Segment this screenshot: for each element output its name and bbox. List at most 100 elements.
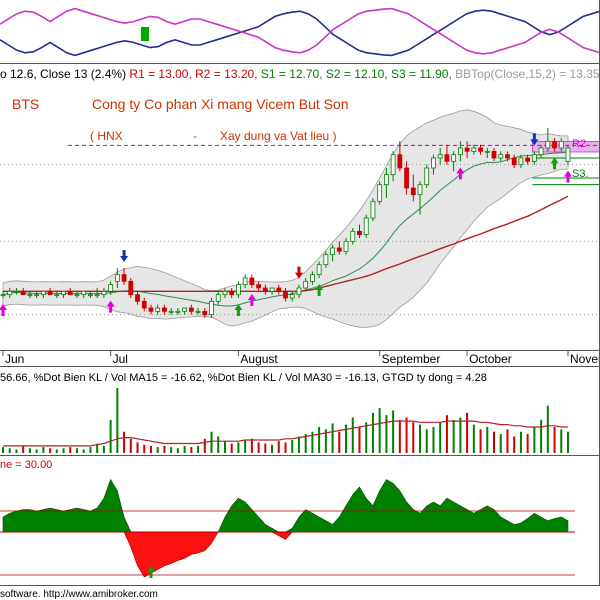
candle-body	[88, 294, 93, 297]
candle-body	[108, 284, 114, 292]
volume-bar	[493, 431, 496, 453]
candle-body	[451, 154, 457, 162]
volume-bar	[540, 419, 543, 453]
volume-bar	[264, 443, 267, 453]
candle-body	[505, 154, 510, 159]
candle-body	[538, 147, 544, 156]
candle-body	[54, 294, 60, 297]
volume-header: 56.66, %Dot Bien KL / Vol MA15 = -16.62,…	[0, 372, 487, 384]
exchange-label: ( HNX	[90, 129, 123, 143]
volume-bar	[546, 405, 549, 453]
candle-body	[128, 280, 134, 296]
candle-body	[531, 154, 537, 162]
volume-bar	[143, 444, 146, 453]
volume-bar	[176, 448, 179, 453]
candle-body	[236, 284, 241, 296]
volume-bar	[519, 431, 522, 453]
volume-bar	[190, 447, 193, 453]
candle-body	[283, 290, 288, 299]
candle-body	[47, 290, 53, 296]
stats-header: o 12.6, Close 13 (2.4%) R1 = 13.00, R2 =…	[0, 67, 600, 81]
stock-chart: o 12.6, Close 13 (2.4%) R1 = 13.00, R2 =…	[0, 0, 600, 600]
volume-bar	[351, 417, 354, 453]
candle-body	[162, 307, 167, 312]
sector-label: Xay dung va Vat lieu )	[220, 129, 337, 143]
candle-body	[558, 140, 564, 149]
volume-bar	[42, 447, 45, 453]
candle-body	[262, 287, 268, 292]
s1-label: S1 = 12.70,	[258, 67, 323, 81]
volume-bar	[365, 422, 368, 453]
volume-bar	[499, 434, 502, 453]
volume-bar	[297, 436, 300, 453]
volume-bar	[163, 445, 166, 453]
volume-bar	[560, 429, 563, 453]
candle-body	[296, 287, 302, 296]
volume-bar	[385, 415, 388, 453]
volume-bar	[230, 443, 233, 453]
candle-body	[14, 290, 19, 293]
candle-body	[444, 154, 450, 162]
footer-credit: software. http://www.amibroker.com	[0, 589, 158, 600]
candle-body	[182, 307, 188, 312]
candle-body	[518, 157, 524, 166]
candle-body	[390, 154, 396, 176]
candle-body	[141, 300, 147, 309]
candle-body	[61, 290, 66, 296]
candle-body	[417, 184, 423, 196]
volume-bar	[244, 440, 247, 453]
volume-bar	[513, 436, 516, 453]
volume-bar	[358, 427, 361, 453]
volume-bar	[123, 431, 126, 453]
volume-bar	[506, 429, 509, 453]
candle-body	[209, 300, 214, 316]
candle-body	[397, 154, 403, 169]
volume-bar	[452, 419, 455, 453]
volume-bar	[183, 445, 186, 453]
candle-body	[34, 294, 40, 297]
candle-body	[222, 290, 228, 296]
candle-body	[363, 217, 369, 236]
x-tick-label: November	[570, 352, 600, 366]
volume-bar	[217, 436, 220, 453]
volume-bar	[466, 412, 469, 453]
candle-body	[249, 277, 255, 286]
candle-body	[431, 157, 436, 169]
ticker-symbol: BTS	[12, 96, 39, 112]
candle-body	[215, 294, 221, 302]
candle-body	[276, 287, 282, 292]
candle-body	[27, 294, 33, 297]
volume-bar	[109, 419, 112, 453]
volume-bar	[439, 422, 442, 453]
r2-label: R2 = 13.20,	[192, 67, 258, 81]
volume-bar	[102, 445, 105, 453]
candle-body	[289, 294, 295, 299]
company-name: Cong ty Co phan Xi mang Vicem But Son	[92, 96, 349, 112]
candle-body	[316, 264, 322, 276]
r2-level-label: R2	[572, 138, 586, 150]
candle-body	[202, 310, 208, 316]
stats-prefix: o 12.6, Close 13 (2.4%)	[0, 67, 126, 81]
volume-bar	[156, 447, 159, 453]
candle-body	[336, 247, 342, 252]
x-tick-label: October	[469, 352, 512, 366]
oscillator-crossover-marker	[141, 27, 149, 41]
volume-bar	[284, 442, 287, 453]
volume-bar	[486, 427, 489, 453]
candle-body	[256, 284, 261, 289]
candle-body	[242, 277, 248, 286]
candle-body	[357, 230, 362, 236]
candle-body	[168, 310, 174, 313]
x-tick-label: Jun	[5, 352, 24, 366]
volume-bar	[210, 431, 213, 453]
candle-body	[464, 147, 470, 152]
volume-bar	[149, 445, 152, 453]
volume-bar	[567, 431, 569, 453]
x-tick-label: August	[240, 352, 278, 366]
candle-body	[343, 240, 349, 252]
bbtop-label: BBTop(Close,15,2) = 13.35	[452, 67, 600, 81]
candle-body	[424, 167, 430, 186]
candle-body	[350, 230, 356, 242]
volume-bar	[338, 431, 341, 453]
volume-bar	[8, 448, 11, 453]
